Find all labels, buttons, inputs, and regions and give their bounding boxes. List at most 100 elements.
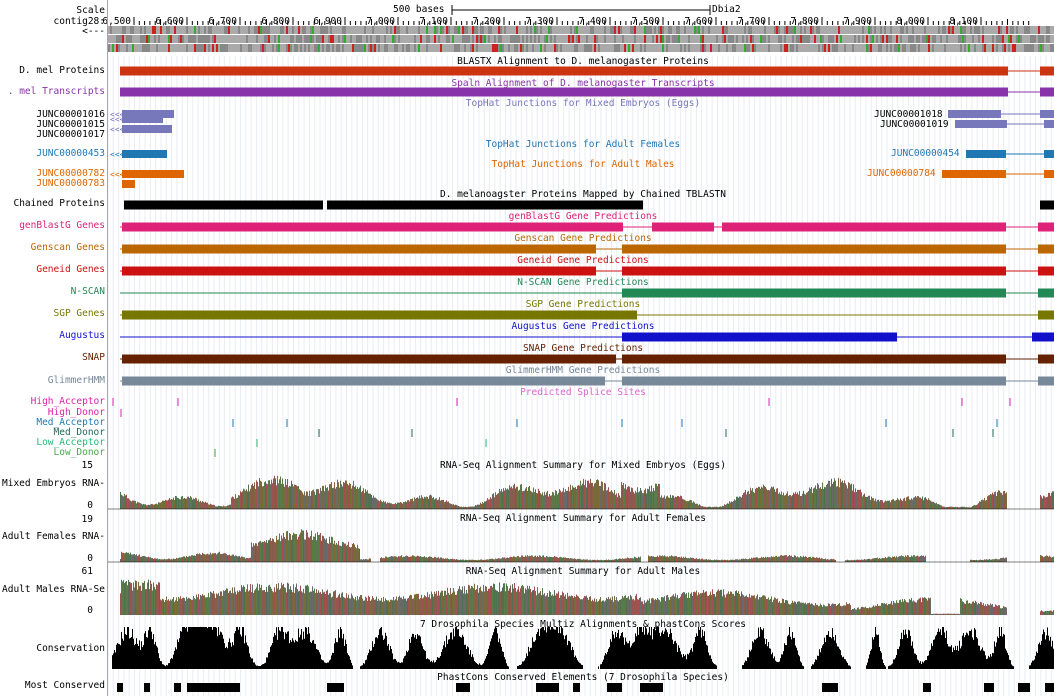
rna-embryos-bar	[209, 504, 210, 509]
rna-females-bar	[324, 538, 325, 562]
rna-males-bar	[407, 598, 408, 615]
rna-embryos-bar	[517, 486, 518, 509]
base-strip-cell	[616, 44, 618, 52]
rna-females-bar	[806, 556, 807, 562]
base-strip-cell	[792, 35, 794, 43]
rna-males-bar	[265, 591, 266, 615]
rna-males-bar	[329, 593, 330, 615]
rna-embryos-bar	[744, 492, 745, 509]
base-strip-cell	[418, 35, 420, 43]
rna-embryos-bar	[911, 498, 912, 509]
base-strip-cell	[844, 35, 846, 43]
rna-females-bar	[678, 557, 679, 562]
conservation-bar	[344, 645, 345, 669]
base-strip-cell	[534, 26, 536, 34]
base-strip-cell	[912, 44, 914, 52]
base-strip-cell	[892, 44, 894, 52]
rna-embryos-bar	[335, 488, 336, 509]
junction-strand-arrows: <<<	[110, 125, 125, 134]
rna-females-bar	[197, 553, 198, 562]
conservation-bar	[527, 656, 528, 669]
rna-males-bar	[304, 593, 305, 615]
rna-males-bar	[197, 597, 198, 615]
base-strip-cell	[236, 26, 238, 34]
rna-embryos-bar	[524, 490, 525, 509]
rna-females-bar	[283, 533, 284, 562]
rna-females-bar	[482, 559, 483, 562]
rna-males-bar	[250, 584, 251, 615]
rna-males-bar	[166, 596, 167, 615]
base-strip-cell	[522, 35, 524, 43]
rna-males-bar	[499, 582, 500, 615]
base-strip-cell	[1020, 44, 1022, 52]
rna-males-bar	[572, 595, 573, 615]
rna-females-bar	[816, 557, 817, 562]
base-strip-cell	[776, 35, 778, 43]
base-strip-cell	[408, 26, 410, 34]
rna-embryos-bar	[171, 498, 172, 509]
rna-males-bar	[617, 600, 618, 615]
base-strip-cell	[798, 35, 800, 43]
rna-embryos-bar	[325, 485, 326, 509]
conservation-bar	[212, 629, 213, 669]
conservation-bar	[360, 666, 361, 669]
base-strip-cell	[564, 44, 566, 52]
conservation-bar	[569, 641, 570, 669]
conservation-bar	[148, 630, 149, 669]
rna-males-bar	[449, 594, 450, 615]
rna-males-bar	[219, 595, 220, 615]
rna-embryos-bar	[435, 498, 436, 509]
rna-males-bar	[420, 598, 421, 615]
rna-females-bar	[536, 557, 537, 562]
rna-females-bar	[661, 556, 662, 562]
rna-embryos-bar	[318, 489, 319, 509]
gene-exon	[1038, 222, 1054, 232]
rna-embryos-bar	[483, 503, 484, 509]
rna-males-bar	[368, 595, 369, 615]
base-strip-cell	[738, 26, 740, 34]
rna-males-bar	[990, 603, 991, 615]
rna-embryos-bar	[708, 506, 709, 509]
conservation-bar	[478, 664, 479, 669]
base-strip-cell	[656, 35, 658, 43]
rna-females-bar	[999, 559, 1000, 562]
base-strip-cell	[194, 44, 196, 52]
conservation-bar	[368, 652, 369, 669]
base-strip-cell	[250, 44, 252, 52]
rna-males-bar	[994, 606, 995, 615]
base-strip-cell	[464, 26, 466, 34]
rna-males-bar	[362, 598, 363, 615]
base-strip-cell	[614, 44, 616, 52]
rna-embryos-bar	[224, 506, 225, 509]
rna-females-bar	[502, 557, 503, 562]
rna-embryos-bar	[833, 481, 834, 509]
rna-males-bar	[670, 597, 671, 615]
rna-males-bar	[133, 582, 134, 615]
rna-females-bar	[397, 557, 398, 562]
rna-embryos-bar	[461, 506, 462, 509]
rna-males-bar	[596, 599, 597, 615]
rna-embryos-bar	[387, 502, 388, 509]
rna-males-bar	[938, 613, 939, 615]
rna-embryos-bar	[336, 486, 337, 509]
base-strip-cell	[900, 44, 902, 52]
rna-males-bar	[158, 582, 159, 615]
conservation-bar	[554, 629, 555, 669]
rna-embryos-bar	[839, 487, 840, 509]
rna-males-bar	[344, 597, 345, 615]
base-strip-cell	[896, 26, 898, 34]
rna-embryos-bar	[937, 504, 938, 509]
rna-embryos-bar	[169, 498, 170, 509]
rna-females-bar	[717, 559, 718, 562]
base-strip-cell	[550, 44, 552, 52]
base-strip-cell	[440, 26, 442, 34]
base-strip-cell	[694, 44, 696, 52]
base-strip-cell	[160, 26, 162, 34]
conservation-bar	[434, 662, 435, 669]
conservation-bar	[507, 665, 508, 669]
rna-males-bar	[729, 594, 730, 615]
rna-embryos-bar	[375, 497, 376, 509]
rna-females-bar	[428, 556, 429, 562]
base-strip-cell	[122, 26, 124, 34]
rna-females-bar	[598, 560, 599, 562]
